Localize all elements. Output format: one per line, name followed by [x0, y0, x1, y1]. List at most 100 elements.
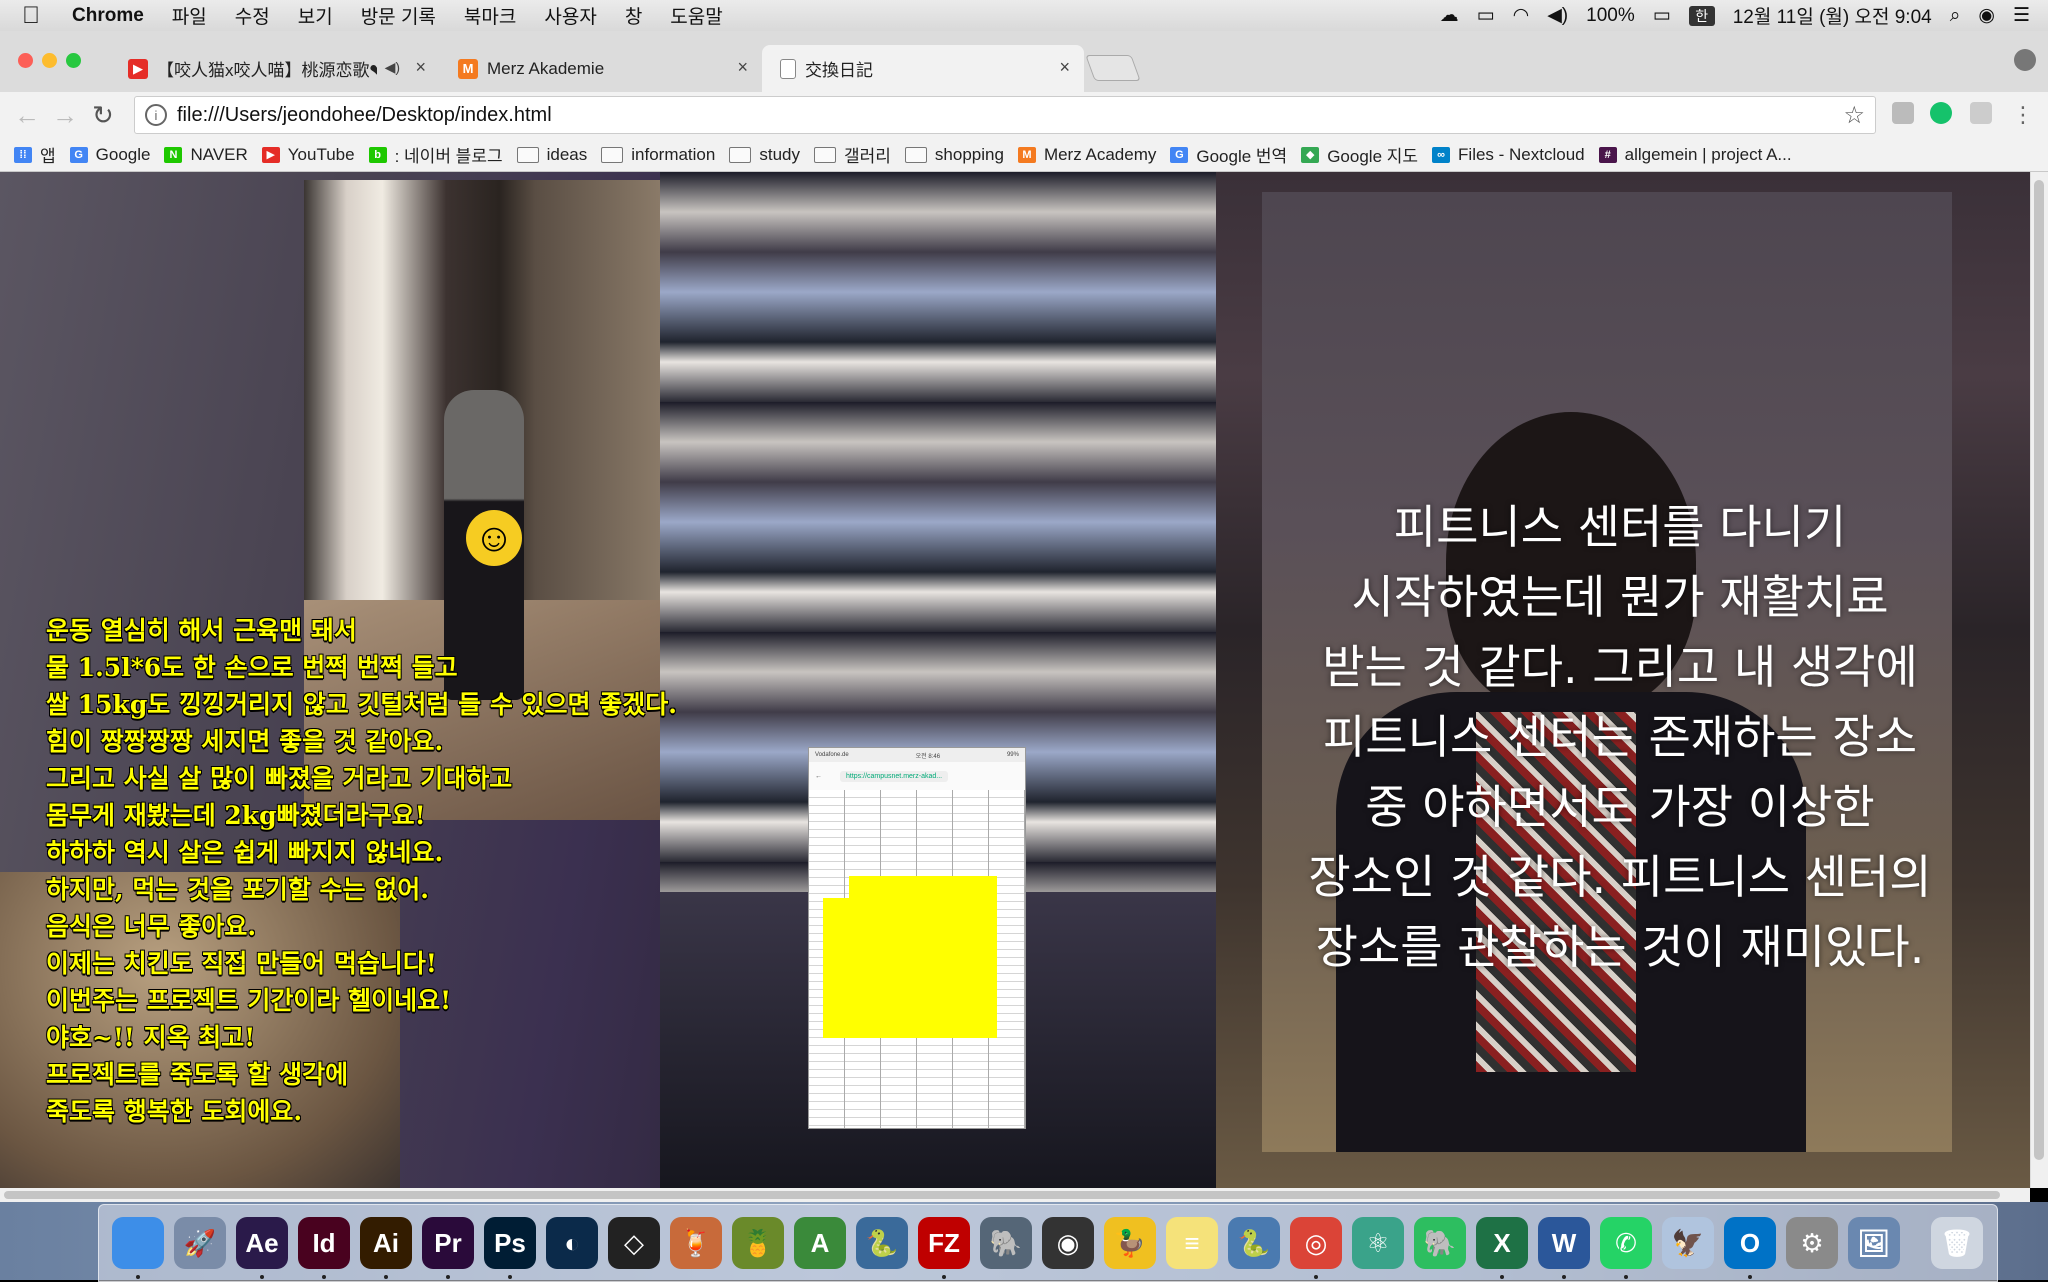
bookmark-nextcloud[interactable]: ∞ Files - Nextcloud	[1432, 145, 1585, 165]
filezilla-icon[interactable]: FZ	[918, 1217, 970, 1279]
python-icon[interactable]: 🐍	[856, 1217, 908, 1269]
wifi-icon[interactable]: ◠	[1513, 4, 1530, 27]
zoom-window-button[interactable]	[66, 53, 81, 68]
grammarly-icon[interactable]	[1930, 102, 1952, 124]
after-effects-icon[interactable]: Ae	[236, 1217, 288, 1279]
github-icon[interactable]: ◉	[1042, 1217, 1094, 1269]
menu-edit[interactable]: 수정	[235, 2, 270, 29]
apple-menu-icon[interactable]: 	[22, 2, 62, 30]
bookmark-google[interactable]: G Google	[69, 145, 150, 165]
spotlight-icon[interactable]: ⌕	[1950, 5, 1961, 27]
reload-button[interactable]: ↻	[92, 100, 114, 131]
photoshop-icon[interactable]: Ps	[484, 1217, 536, 1279]
unity-icon[interactable]: ◇	[608, 1217, 660, 1269]
tab-exchange-diary[interactable]: 交換日記 ×	[762, 45, 1084, 92]
minimize-window-button[interactable]	[42, 53, 57, 68]
diary-line: 쌀 15kg도 낑낑거리지 않고 깃털처럼 들 수 있으면 좋겠다.	[46, 690, 677, 719]
chrome-icon[interactable]: ◎	[1290, 1217, 1342, 1279]
close-window-button[interactable]	[18, 53, 33, 68]
whatsapp-icon[interactable]: ✆	[1600, 1217, 1652, 1279]
indesign-icon[interactable]: Id	[298, 1217, 350, 1279]
python-launcher-icon[interactable]: 🐍	[1228, 1217, 1280, 1269]
bookmark-apps[interactable]: ⁞⁞ 앱	[14, 142, 56, 167]
bookmark-youtube[interactable]: ▶ YouTube	[261, 145, 355, 165]
close-tab-icon[interactable]: ×	[737, 57, 748, 78]
input-method-indicator[interactable]: 한	[1688, 5, 1715, 26]
word-icon[interactable]: W	[1538, 1217, 1590, 1279]
creative-cloud-icon[interactable]: ☁	[1440, 4, 1459, 27]
address-bar[interactable]: i file:///Users/jeondohee/Desktop/index.…	[134, 96, 1876, 134]
outlook-icon[interactable]: O	[1724, 1217, 1776, 1279]
menu-view[interactable]: 보기	[298, 2, 333, 29]
cocktail-icon[interactable]: 🍹	[670, 1217, 722, 1269]
siri-icon[interactable]: ◉	[1978, 4, 1995, 27]
android-studio-icon[interactable]: A	[794, 1217, 846, 1269]
scroll-thumb[interactable]	[4, 1191, 2000, 1199]
notification-center-icon[interactable]: ☰	[2013, 4, 2030, 27]
system-preferences-icon[interactable]: ⚙	[1786, 1217, 1838, 1269]
bookmark-folder-ideas[interactable]: ideas	[516, 144, 588, 165]
preview-icon[interactable]: 🦅	[1662, 1217, 1714, 1269]
bookmark-folder-information[interactable]: information	[601, 145, 715, 165]
bookmark-folder-study[interactable]: study	[729, 145, 800, 165]
premiere-icon[interactable]: Pr	[422, 1217, 474, 1279]
airplay-icon[interactable]: ▭	[1477, 4, 1495, 27]
cinema4d-icon[interactable]: ◐	[546, 1217, 598, 1269]
close-tab-icon[interactable]: ×	[415, 57, 426, 78]
sequel-pro-icon[interactable]: 🐘	[980, 1217, 1032, 1269]
photo-viewer-icon[interactable]: 🖼	[1848, 1217, 1900, 1269]
bookmark-naver-blog[interactable]: b: 네이버 블로그	[368, 142, 503, 167]
bookmark-google-translate[interactable]: G Google 번역	[1170, 142, 1287, 167]
notes-icon[interactable]: ≡	[1166, 1217, 1218, 1269]
extension-icon[interactable]	[1970, 102, 1992, 124]
menu-help[interactable]: 도움말	[670, 2, 722, 29]
vertical-scrollbar[interactable]	[2030, 172, 2048, 1188]
menu-file[interactable]: 파일	[172, 2, 207, 29]
forward-button[interactable]: →	[52, 100, 78, 131]
audio-playing-icon[interactable]: ◀)	[385, 59, 400, 76]
menu-window[interactable]: 창	[625, 2, 642, 29]
finder-icon[interactable]	[112, 1217, 164, 1279]
tab-youtube[interactable]: ▶ 【咬人猫x咬人喵】桃源恋歌❤ ◀) ×	[110, 45, 440, 92]
app-menu[interactable]: Chrome	[72, 5, 144, 27]
close-tab-icon[interactable]: ×	[1059, 57, 1070, 78]
scroll-thumb[interactable]	[2034, 180, 2044, 1160]
new-tab-button[interactable]	[1085, 55, 1141, 81]
bookmark-merz-academy[interactable]: M Merz Academy	[1017, 145, 1156, 165]
atom-icon[interactable]: ⚛	[1352, 1217, 1404, 1269]
bookmark-naver[interactable]: N NAVER	[164, 145, 248, 165]
battery-icon[interactable]: ▭	[1653, 4, 1671, 27]
excel-icon[interactable]: X	[1476, 1217, 1528, 1279]
bookmark-label: Google 번역	[1196, 147, 1288, 166]
cyberduck-icon[interactable]: 🦆	[1104, 1217, 1156, 1269]
bookmark-star-icon[interactable]: ☆	[1843, 101, 1865, 130]
chrome-menu-icon[interactable]: ⋮	[2012, 102, 2034, 128]
tab-merz-akademie[interactable]: M Merz Akademie ×	[440, 45, 762, 92]
bookmark-label: ideas	[546, 144, 588, 164]
launchpad-icon[interactable]: 🚀	[174, 1217, 226, 1269]
trash-icon[interactable]: 🗑	[1931, 1217, 1983, 1269]
evernote-icon[interactable]: 🐘	[1414, 1217, 1466, 1269]
volume-icon[interactable]: ◀)	[1547, 4, 1568, 27]
bookmark-google-maps[interactable]: ◆ Google 지도	[1301, 142, 1418, 167]
horizontal-scrollbar[interactable]	[0, 1188, 2030, 1202]
bookmark-folder-gallery[interactable]: 갤러리	[814, 142, 891, 167]
bookmark-slack[interactable]: # allgemein | project A...	[1598, 145, 1792, 165]
address-url[interactable]: file:///Users/jeondohee/Desktop/index.ht…	[177, 104, 552, 127]
info-icon[interactable]: i	[145, 104, 167, 126]
extension-icon[interactable]	[1892, 102, 1914, 124]
menu-history[interactable]: 방문 기록	[361, 2, 436, 29]
pineapple-icon[interactable]: 🍍	[732, 1217, 784, 1269]
profile-icon[interactable]	[2014, 49, 2036, 71]
phone-address-bar: ← https://campusnet.merz-akad...	[809, 762, 1025, 791]
menu-bookmarks[interactable]: 북마크	[464, 2, 516, 29]
folder-icon	[601, 146, 624, 163]
battery-percent[interactable]: 100%	[1586, 5, 1635, 27]
menu-people[interactable]: 사용자	[544, 2, 596, 29]
back-button[interactable]: ←	[14, 100, 40, 131]
bookmark-folder-shopping[interactable]: shopping	[904, 145, 1004, 165]
bookmark-label: Files - Nextcloud	[1458, 144, 1585, 164]
illustrator-icon[interactable]: Ai	[360, 1217, 412, 1279]
clock[interactable]: 12월 11일 (월) 오전 9:04	[1733, 2, 1932, 29]
tab-title: 【咬人猫x咬人喵】桃源恋歌❤	[157, 61, 377, 80]
